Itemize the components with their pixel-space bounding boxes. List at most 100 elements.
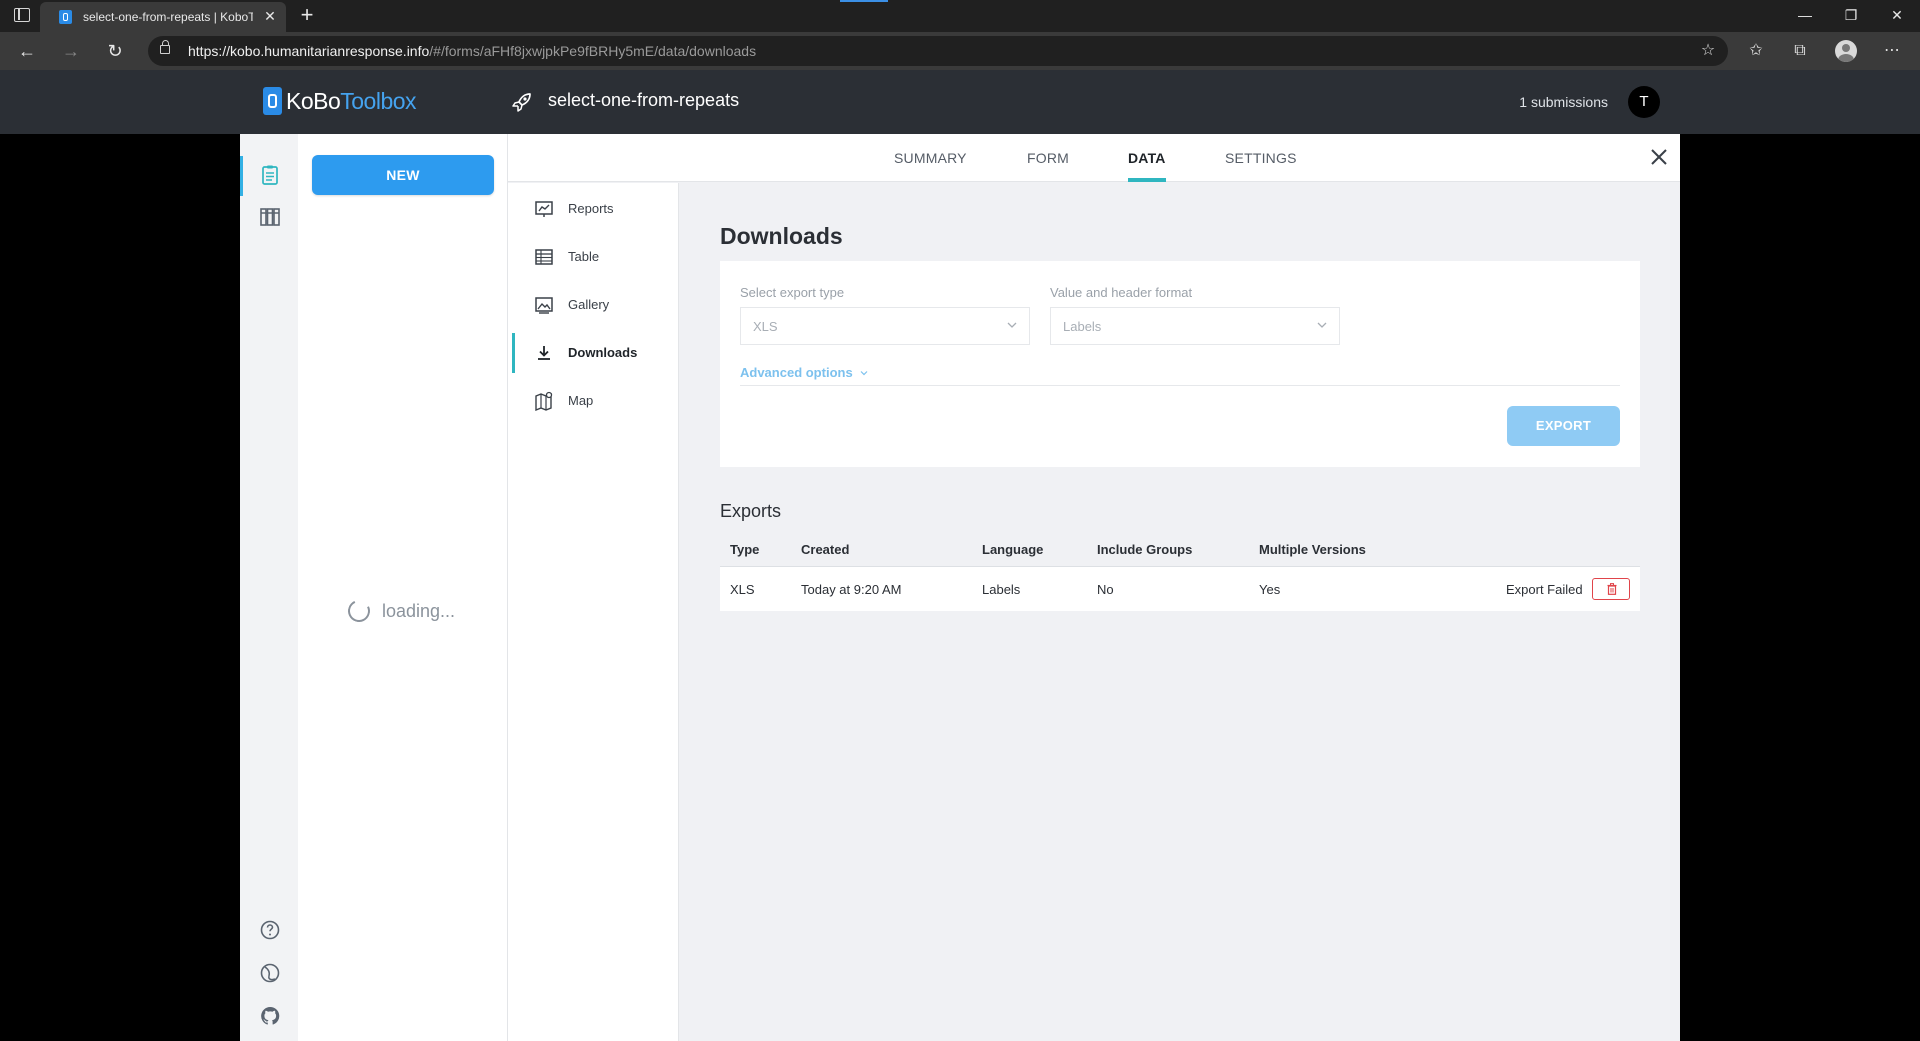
table-header-row: Type Created Language Include Groups Mul… [720, 529, 1640, 567]
url-host: https://kobo.humanitarianresponse.info [188, 43, 430, 59]
rail-active-indicator [240, 156, 243, 196]
minimize-icon[interactable]: — [1782, 0, 1828, 30]
help-icon[interactable] [259, 919, 281, 941]
chevron-down-icon [1007, 322, 1017, 328]
subnav-label-table: Table [568, 249, 600, 264]
browser-tab-title: select-one-from-repeats | KoboToolbox [83, 10, 253, 24]
user-avatar[interactable]: T [1628, 86, 1660, 118]
cell-type: XLS [730, 582, 755, 597]
submissions-count: 1 submissions [1519, 94, 1608, 110]
tab-close-icon[interactable]: ✕ [262, 8, 278, 24]
format-select[interactable]: Labels [1050, 307, 1340, 345]
export-type-select[interactable]: XLS [740, 307, 1030, 345]
deployed-rocket-icon [512, 93, 531, 112]
github-icon[interactable] [259, 1005, 281, 1027]
reports-icon [535, 201, 553, 217]
app-body: NEW loading... SUMMARY FORM DATA SETTING… [0, 134, 1920, 1041]
subnav-item-reports[interactable]: Reports [508, 189, 679, 229]
close-icon[interactable] [1648, 146, 1670, 168]
logo-text-light: Toolbox [340, 87, 417, 114]
subnav-label-reports: Reports [568, 201, 614, 216]
subnav-item-table[interactable]: Table [508, 237, 679, 277]
more-options-icon[interactable]: ⋯ [1882, 41, 1902, 61]
loading-text: loading... [382, 600, 456, 621]
form-main-panel: SUMMARY FORM DATA SETTINGS Reports Table… [508, 134, 1680, 1041]
tab-settings[interactable]: SETTINGS [1225, 150, 1297, 166]
kobo-logo-icon [263, 87, 282, 115]
format-value: Labels [1063, 319, 1102, 334]
kobotoolbox-logo[interactable]: KoBoToolbox [263, 86, 417, 116]
page-title: Downloads [720, 223, 843, 249]
data-subnav: Reports Table Gallery Downloads Map [508, 183, 679, 1041]
col-include-groups: Include Groups [1097, 542, 1193, 557]
tab-summary[interactable]: SUMMARY [894, 150, 967, 166]
collections-icon[interactable]: ⧉ [1790, 41, 1810, 61]
col-type: Type [730, 542, 760, 557]
subnav-active-indicator [512, 333, 515, 373]
cell-include-groups: No [1097, 582, 1114, 597]
loading-spinner-icon [344, 596, 374, 626]
tab-data[interactable]: DATA [1128, 150, 1166, 166]
col-created: Created [801, 542, 850, 557]
export-type-label: Select export type [740, 285, 845, 300]
back-icon[interactable]: ← [16, 40, 38, 62]
table-row: XLS Today at 9:20 AM Labels No Yes Expor… [720, 567, 1640, 611]
format-label: Value and header format [1050, 285, 1193, 300]
advanced-options-label: Advanced options [740, 365, 853, 380]
tab-actions-icon[interactable] [14, 8, 30, 22]
active-tab-underline [1128, 178, 1166, 182]
forward-icon[interactable]: → [60, 40, 82, 62]
page-gutter [1680, 134, 1920, 1041]
export-type-value: XLS [753, 319, 778, 334]
refresh-icon[interactable]: ↻ [104, 40, 126, 62]
projects-clipboard-icon[interactable] [259, 164, 281, 186]
app-header: KoBoToolbox select-one-from-repeats 1 su… [0, 70, 1920, 134]
subnav-item-gallery[interactable]: Gallery [508, 285, 679, 325]
favorites-icon[interactable]: ✩ [1746, 41, 1766, 61]
export-settings-card: Select export type XLS Value and header … [720, 261, 1640, 467]
library-icon[interactable] [259, 206, 281, 228]
browser-tab[interactable]: select-one-from-repeats | KoboToolbox ✕ [40, 2, 286, 32]
export-status: Export Failed [1506, 582, 1583, 597]
col-multiple-versions: Multiple Versions [1259, 542, 1366, 557]
gallery-icon [535, 297, 553, 314]
language-globe-icon[interactable] [259, 962, 281, 984]
subnav-item-downloads[interactable]: Downloads [508, 333, 679, 373]
tab-form[interactable]: FORM [1027, 150, 1069, 166]
window-close-icon[interactable]: ✕ [1874, 0, 1920, 30]
download-indicator [840, 0, 888, 2]
subnav-label-downloads: Downloads [568, 345, 638, 360]
chevron-down-icon [1317, 322, 1327, 328]
map-icon [535, 391, 553, 411]
download-icon [538, 346, 550, 360]
kobo-favicon-icon [59, 10, 72, 24]
chevron-down-icon [860, 371, 868, 376]
form-tabs: SUMMARY FORM DATA SETTINGS [508, 134, 1680, 182]
cell-multiple-versions: Yes [1259, 582, 1281, 597]
url-input[interactable]: https://kobo.humanitarianresponse.info/#… [148, 36, 1728, 66]
advanced-options-toggle[interactable]: Advanced options [740, 365, 868, 380]
subnav-item-map[interactable]: Map [508, 381, 679, 421]
trash-icon [1607, 583, 1617, 595]
browser-tab-bar: select-one-from-repeats | KoboToolbox ✕ … [0, 0, 1920, 32]
logo-text-bold: KoBo [286, 87, 341, 114]
new-project-button[interactable]: NEW [312, 155, 494, 195]
restore-icon[interactable]: ❐ [1828, 0, 1874, 30]
table-icon [535, 249, 553, 265]
col-language: Language [982, 542, 1044, 557]
cell-language: Labels [982, 582, 1021, 597]
browser-address-bar: ← → ↻ https://kobo.humanitarianresponse.… [0, 32, 1920, 70]
subnav-label-map: Map [568, 393, 594, 408]
exports-table: Type Created Language Include Groups Mul… [720, 529, 1640, 611]
cell-created: Today at 9:20 AM [801, 582, 902, 597]
new-tab-icon[interactable]: + [296, 4, 318, 26]
url-path: /#/forms/aFHf8jxwjpkPe9fBRHy5mE/data/dow… [429, 43, 757, 59]
profile-icon[interactable] [1835, 40, 1857, 62]
add-favorite-icon[interactable]: ☆ [1698, 41, 1718, 61]
left-rail [240, 134, 298, 1041]
projects-drawer: NEW loading... [298, 134, 508, 1041]
lock-icon [160, 40, 170, 54]
delete-export-button[interactable] [1592, 578, 1630, 600]
export-button[interactable]: EXPORT [1507, 406, 1620, 446]
divider [740, 385, 1620, 386]
